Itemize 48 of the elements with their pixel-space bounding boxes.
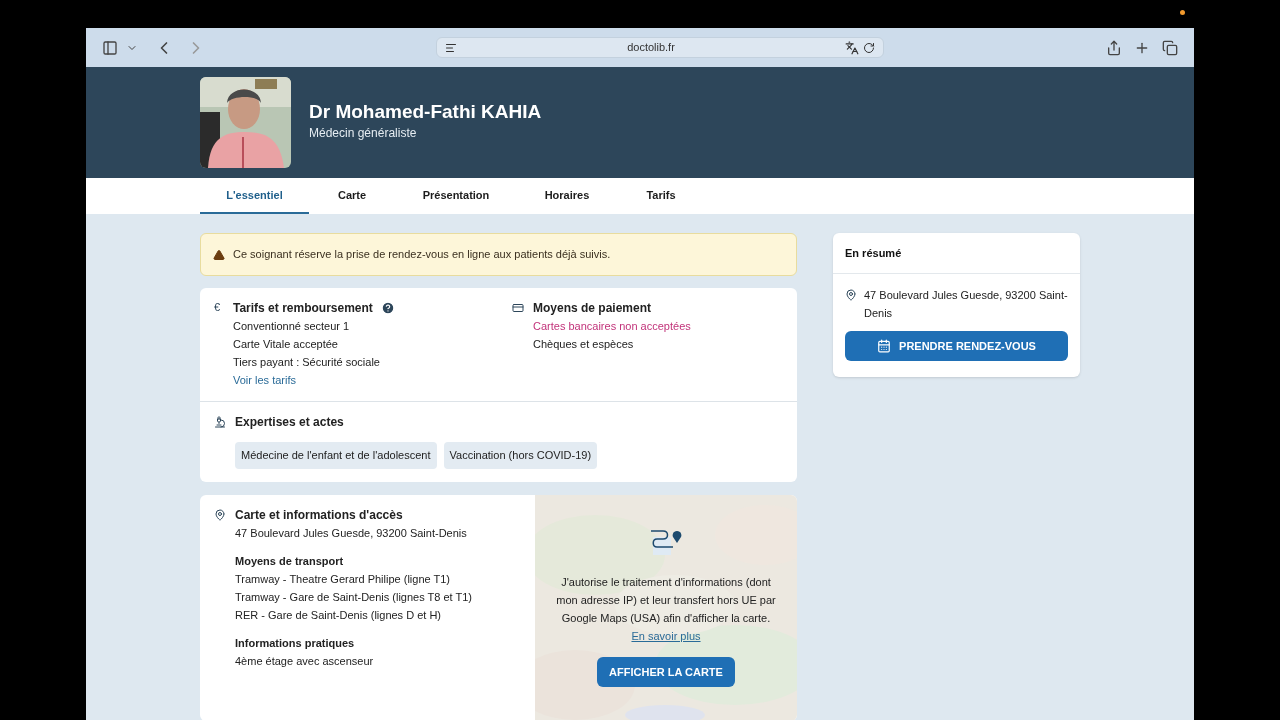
section-title: Carte et informations d'accès <box>235 507 404 524</box>
notice-text: Ce soignant réserve la prise de rendez-vous en ligne aux patients déjà suivis. <box>233 247 611 263</box>
euro-icon: € <box>214 299 224 389</box>
info-line: Tramway - Gare de Saint-Denis (lignes T8 et T1) <box>235 590 472 605</box>
info-line: Tramway - Theatre Gerard Philipe (ligne T1) <box>235 572 451 587</box>
summary-address: 47 Boulevard Jules Guesde, 93200 Saint-Denis <box>864 288 1068 321</box>
expertise-tag: Médecine de l'enfant et de l'adolescent <box>235 442 437 469</box>
summary-title: En résumé <box>845 245 902 261</box>
subsection-title: Moyens de transport <box>235 554 345 569</box>
section-title: Expertises et actes <box>235 414 345 431</box>
tabs-icon[interactable] <box>1162 39 1178 56</box>
show-map-button[interactable]: AFFICHER LA CARTE <box>597 657 735 687</box>
share-icon[interactable] <box>1106 39 1122 56</box>
microscope-icon <box>214 416 226 428</box>
sidebar-icon[interactable] <box>102 39 118 56</box>
learn-more-link[interactable]: En savoir plus <box>631 630 701 642</box>
page-icon <box>445 41 457 54</box>
doctor-name: Dr Mohamed-Fathi KAHIA <box>309 99 542 124</box>
tab[interactable]: L'essentiel <box>200 178 309 214</box>
tab[interactable]: Horaires <box>517 178 617 214</box>
address-bar[interactable]: doctolib.fr <box>436 37 884 58</box>
section-title: Tarifs et remboursement <box>233 300 373 317</box>
tarif-line: Carte Vitale acceptée <box>233 337 339 352</box>
expertise-tag: Vaccination (hors COVID-19) <box>443 442 598 469</box>
specialty: Médecin généraliste <box>309 124 418 142</box>
tarif-line: Tiers payant : Sécurité sociale <box>233 355 381 370</box>
reload-icon[interactable] <box>863 41 875 54</box>
section-title: Moyens de paiement <box>533 300 653 317</box>
payment-line: Cartes bancaires non acceptées <box>533 319 691 334</box>
tab[interactable]: Tarifs <box>617 178 705 214</box>
payment-line: Chèques et espèces <box>533 337 635 352</box>
tab[interactable]: Présentation <box>395 178 517 214</box>
tarif-line: Conventionné secteur 1 <box>233 319 351 334</box>
book-appointment-button[interactable]: PRENDRE RENDEZ-VOUS <box>845 331 1068 361</box>
info-line: 4ème étage avec ascenseur <box>235 654 375 669</box>
consent-text: J'autorise le traitement d'informations (dont mon adresse IP) et leur transfert hors UE par Google Maps (USA) afin d'afficher la carte. En savoir plus <box>555 575 777 644</box>
info-line: RER - Gare de Saint-Denis (lignes D et H) <box>235 608 442 623</box>
subsection-title: Informations pratiques <box>235 636 356 651</box>
tab[interactable]: Carte <box>309 178 395 214</box>
translate-icon[interactable] <box>845 40 859 55</box>
calendar-icon <box>877 339 892 353</box>
card-icon <box>512 302 524 314</box>
tarifs-link[interactable]: Voir les tarifs <box>233 371 395 389</box>
address: 47 Boulevard Jules Guesde, 93200 Saint-Denis <box>235 526 468 541</box>
help-icon[interactable] <box>380 301 395 315</box>
warning-icon <box>213 248 225 261</box>
location-icon <box>845 289 857 301</box>
location-icon <box>214 509 226 521</box>
